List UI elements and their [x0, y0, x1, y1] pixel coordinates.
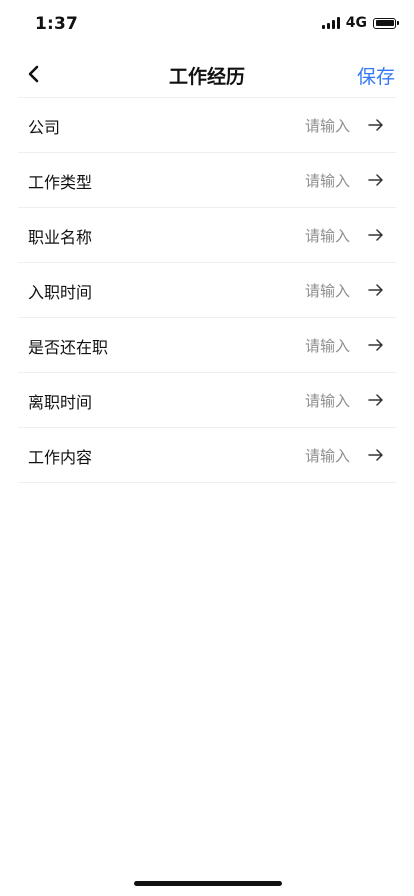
form-row-currently-employed[interactable]: 是否还在职 请输入	[18, 318, 396, 373]
status-indicators: 4G	[321, 15, 399, 31]
status-time: 1:37	[35, 14, 79, 34]
signal-icon	[321, 17, 340, 29]
network-label: 4G	[345, 15, 367, 31]
form-row-job-description[interactable]: 工作内容 请输入	[18, 428, 396, 483]
arrow-right-icon	[368, 229, 383, 241]
arrow-right-icon	[368, 174, 383, 186]
navigation-bar: 工作经历 保存	[0, 50, 414, 98]
form-row-start-date[interactable]: 入职时间 请输入	[18, 263, 396, 318]
arrow-right-icon	[368, 119, 383, 131]
battery-icon	[373, 17, 399, 29]
form-row-company[interactable]: 公司 请输入	[18, 98, 396, 153]
row-placeholder: 请输入	[304, 172, 350, 190]
row-placeholder: 请输入	[304, 337, 350, 355]
arrow-right-icon	[368, 449, 383, 461]
arrow-right-icon	[368, 284, 383, 296]
row-label: 公司	[28, 118, 61, 137]
row-label: 职业名称	[28, 228, 93, 247]
row-placeholder: 请输入	[304, 117, 350, 135]
arrow-right-icon	[368, 339, 383, 351]
form-row-end-date[interactable]: 离职时间 请输入	[18, 373, 396, 428]
row-label: 工作类型	[28, 173, 93, 192]
home-indicator[interactable]	[134, 881, 282, 886]
row-label: 是否还在职	[28, 338, 109, 357]
form-row-job-type[interactable]: 工作类型 请输入	[18, 153, 396, 208]
row-label: 工作内容	[28, 448, 93, 467]
row-label: 入职时间	[28, 283, 93, 302]
row-placeholder: 请输入	[304, 227, 350, 245]
page-title: 工作经历	[168, 66, 245, 88]
save-button[interactable]: 保存	[357, 62, 395, 89]
row-placeholder: 请输入	[304, 447, 350, 465]
arrow-right-icon	[368, 394, 383, 406]
row-placeholder: 请输入	[304, 282, 350, 300]
form-row-job-title[interactable]: 职业名称 请输入	[18, 208, 396, 263]
work-experience-form: 公司 请输入 工作类型 请输入 职业名称 请输入 入职时间 请输入 是否还在职 …	[18, 98, 396, 483]
row-placeholder: 请输入	[304, 392, 350, 410]
status-bar: 1:37 4G	[0, 0, 414, 50]
row-label: 离职时间	[28, 393, 93, 412]
